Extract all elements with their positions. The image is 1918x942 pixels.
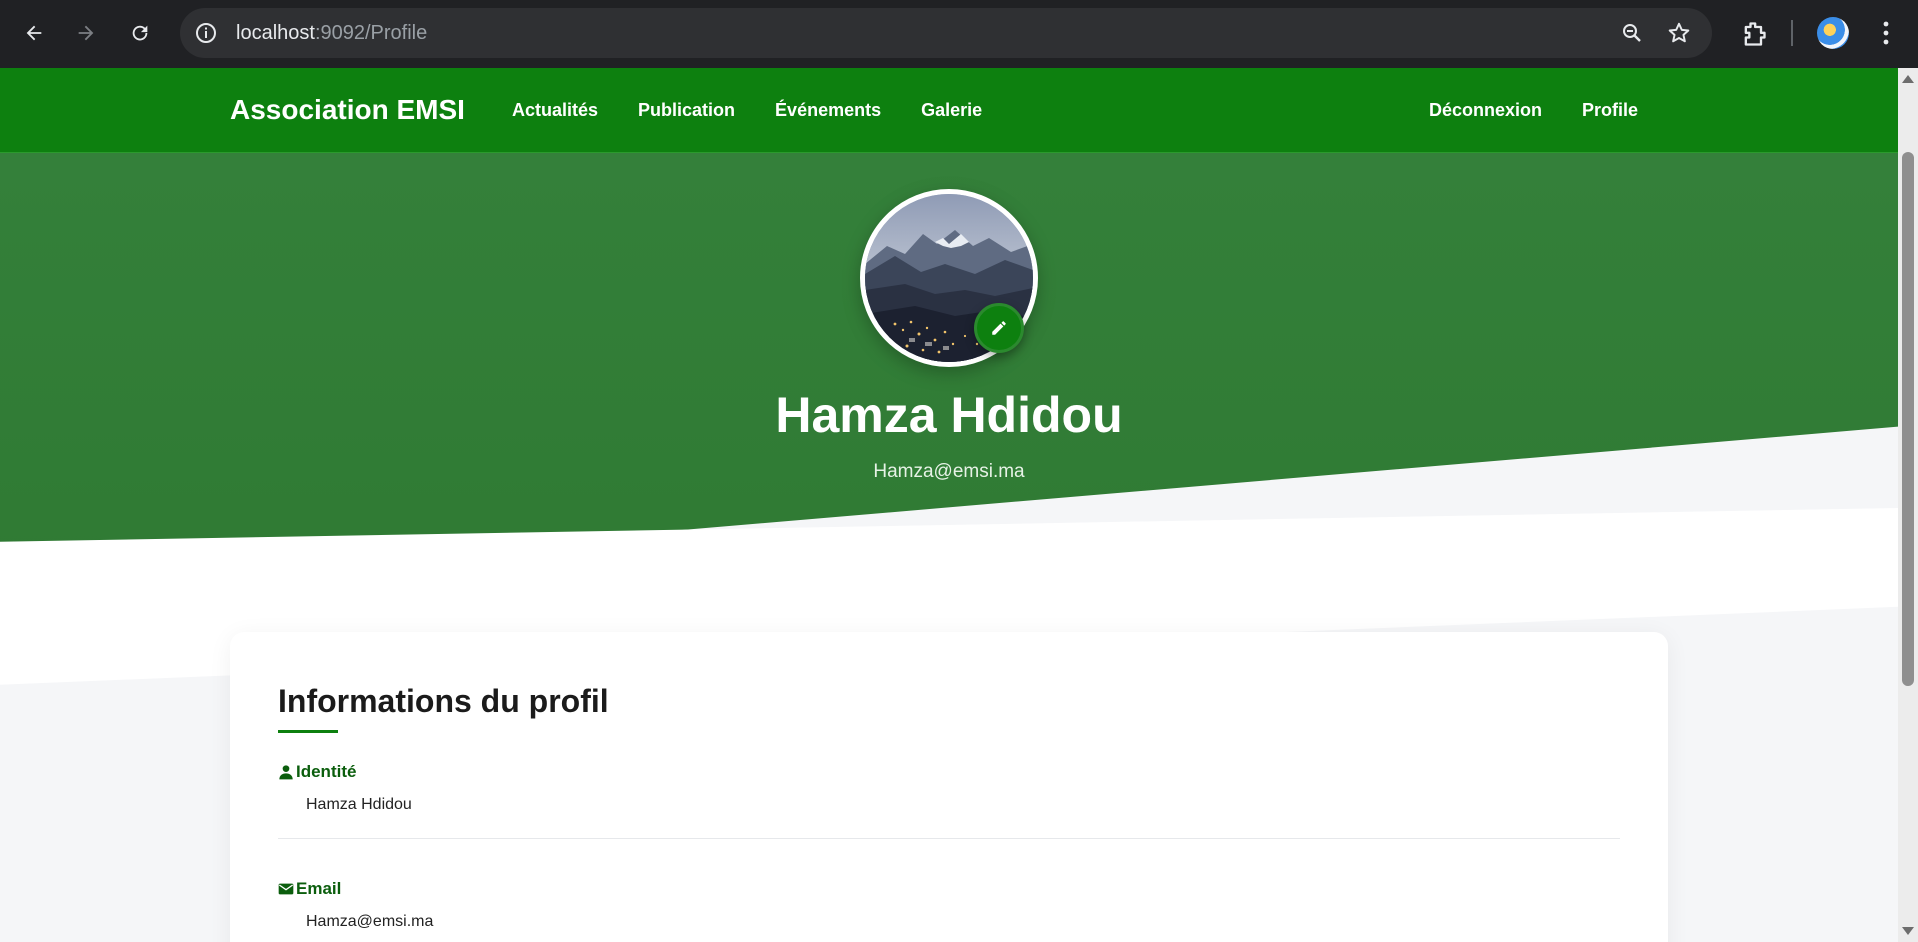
zoom-icon[interactable] bbox=[1620, 21, 1644, 45]
edit-avatar-button[interactable] bbox=[974, 303, 1024, 353]
field-label-email: Email bbox=[278, 879, 1620, 899]
nav-link-actualites[interactable]: Actualités bbox=[492, 68, 618, 152]
kebab-menu-icon[interactable] bbox=[1876, 18, 1896, 48]
bookmark-star-icon[interactable] bbox=[1666, 20, 1692, 46]
field-value-identity: Hamza Hdidou bbox=[306, 796, 412, 813]
reload-icon bbox=[132, 25, 148, 41]
browser-chrome: localhost:9092/Profile bbox=[0, 0, 1918, 68]
title-underline bbox=[278, 730, 338, 733]
forward-button[interactable] bbox=[70, 17, 102, 49]
url-text[interactable]: localhost:9092/Profile bbox=[236, 8, 427, 58]
browser-profile-avatar[interactable] bbox=[1817, 17, 1849, 49]
profile-info-card: Informations du profil Identité Hamza Hd… bbox=[230, 632, 1668, 942]
info-icon[interactable] bbox=[194, 21, 218, 45]
field-email: Email Hamza@emsi.ma bbox=[278, 879, 1620, 931]
nav-links: Actualités Publication Événements Galeri… bbox=[492, 68, 1002, 152]
scrollbar-thumb[interactable] bbox=[1902, 152, 1914, 686]
brand-logo-text[interactable]: Association EMSI bbox=[230, 68, 465, 152]
arrow-right-icon bbox=[78, 25, 94, 41]
nav-link-publication[interactable]: Publication bbox=[618, 68, 755, 152]
address-bar[interactable]: localhost:9092/Profile bbox=[180, 8, 1712, 58]
nav-link-deconnexion[interactable]: Déconnexion bbox=[1409, 68, 1562, 152]
profile-name: Hamza Hdidou bbox=[775, 387, 1123, 443]
url-path: :9092/Profile bbox=[314, 22, 428, 44]
field-divider bbox=[278, 838, 1620, 839]
reload-button[interactable] bbox=[124, 17, 156, 49]
nav-link-evenements[interactable]: Événements bbox=[755, 68, 901, 152]
profile-email: Hamza@emsi.ma bbox=[873, 461, 1025, 482]
field-label-identity: Identité bbox=[278, 762, 1620, 782]
toolbar-separator bbox=[1791, 20, 1793, 46]
field-value-email: Hamza@emsi.ma bbox=[306, 913, 434, 930]
field-label-text: Identité bbox=[296, 762, 357, 781]
user-icon bbox=[279, 765, 293, 780]
url-host: localhost bbox=[236, 22, 315, 44]
nav-right-links: Déconnexion Profile bbox=[1409, 68, 1658, 152]
nav-link-galerie[interactable]: Galerie bbox=[901, 68, 1002, 152]
page-scrollbar[interactable] bbox=[1898, 68, 1918, 942]
extensions-icon[interactable] bbox=[1740, 20, 1768, 48]
card-title: Informations du profil bbox=[278, 683, 609, 719]
back-button[interactable] bbox=[18, 17, 50, 49]
field-identity: Identité Hamza Hdidou bbox=[278, 762, 1620, 839]
pencil-icon bbox=[992, 321, 1006, 335]
page-viewport: Association EMSI Actualités Publication … bbox=[0, 68, 1898, 942]
scroll-up-arrow-icon[interactable] bbox=[1902, 75, 1914, 83]
scroll-down-arrow-icon[interactable] bbox=[1902, 927, 1914, 935]
field-label-text: Email bbox=[296, 879, 342, 898]
envelope-icon bbox=[278, 883, 294, 895]
navbar: Association EMSI Actualités Publication … bbox=[0, 68, 1898, 153]
nav-link-profile[interactable]: Profile bbox=[1562, 68, 1658, 152]
arrow-left-icon bbox=[26, 25, 42, 41]
